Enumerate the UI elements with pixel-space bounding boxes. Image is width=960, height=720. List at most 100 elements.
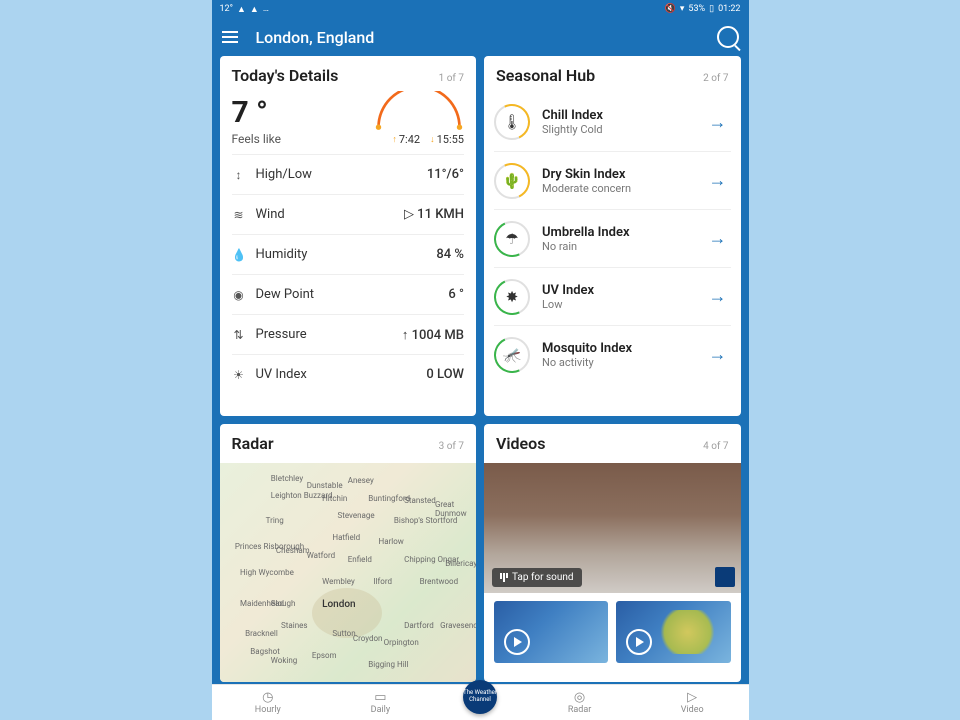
sun-block: 7:42 15:55 (374, 91, 464, 146)
map-town-label: Gravesend (440, 621, 476, 630)
arrow-right-icon[interactable]: → (705, 228, 731, 249)
seasonal-text: UV IndexLow (542, 283, 705, 311)
map-town-label: Watford (307, 551, 335, 560)
seasonal-item-title: Dry Skin Index (542, 167, 705, 182)
detail-icon: ↕ (232, 168, 246, 182)
seasonal-row[interactable]: 🌡 Chill IndexSlightly Cold→ (494, 93, 731, 151)
wifi-icon: ▾ (680, 4, 685, 14)
seasonal-pager: 2 of 7 (703, 73, 728, 84)
today-pager: 1 of 7 (439, 73, 464, 84)
seasonal-item-sub: No activity (542, 356, 705, 369)
sunrise-time: 7:42 (392, 133, 420, 146)
seasonal-hub-card: Seasonal Hub 2 of 7 🌡 Chill IndexSlightly… (484, 56, 741, 416)
sunset-time: 15:55 (430, 133, 464, 146)
nav-hourly[interactable]: ◷ Hourly (238, 691, 298, 715)
overflow-icon: … (263, 4, 269, 14)
video-player[interactable]: Tap for sound (484, 463, 741, 593)
video-thumb[interactable] (494, 601, 608, 663)
current-temperature: 7 ° (232, 95, 282, 130)
tap-for-sound-button[interactable]: Tap for sound (492, 568, 582, 587)
seasonal-text: Chill IndexSlightly Cold (542, 108, 705, 136)
seasonal-item-title: Mosquito Index (542, 341, 705, 356)
radar-title: Radar (232, 434, 274, 453)
detail-label: Wind (256, 207, 285, 222)
seasonal-row[interactable]: ✸ UV IndexLow→ (494, 267, 731, 325)
map-town-label: Ilford (373, 577, 392, 586)
seasonal-text: Dry Skin IndexModerate concern (542, 167, 705, 195)
arrow-right-icon[interactable]: → (705, 344, 731, 365)
radar-center-label: London (322, 599, 356, 610)
index-ring-icon: ✸ (494, 279, 530, 315)
bottom-nav: ◷ Hourly ▭ Daily The Weather Channel ◎ R… (212, 684, 749, 720)
mute-icon: 🔇 (665, 4, 676, 14)
menu-button[interactable] (222, 26, 244, 48)
video-thumb[interactable] (616, 601, 730, 663)
nav-home-logo[interactable]: The Weather Channel (463, 680, 497, 714)
radar-map[interactable]: London BletchleyDunstableAneseyLeighton … (220, 463, 477, 682)
videos-pager: 4 of 7 (703, 441, 728, 452)
battery-percent: 53% (688, 4, 705, 14)
map-town-label: Stevenage (337, 511, 374, 520)
map-town-label: Billericay (445, 559, 476, 568)
warning-icon: ▲ (250, 4, 259, 15)
location-title[interactable]: London, England (256, 28, 717, 47)
detail-value: 0 LOW (426, 367, 464, 382)
map-town-label: Enfield (348, 555, 372, 564)
map-town-label: Bracknell (245, 629, 278, 638)
radar-card: Radar 3 of 7 London BletchleyDunstableAn… (220, 424, 477, 682)
calendar-icon: ▭ (374, 691, 386, 704)
clock: 01:22 (718, 4, 740, 14)
map-town-label: Hatfield (332, 533, 360, 542)
index-ring-icon: 🦟 (494, 337, 530, 373)
index-ring-icon: 🌡 (494, 104, 530, 140)
seasonal-list: 🌡Chill IndexSlightly Cold→🌵Dry Skin Inde… (484, 89, 741, 391)
play-icon (626, 629, 652, 655)
seasonal-item-sub: Low (542, 298, 705, 311)
detail-label: Humidity (256, 247, 308, 262)
detail-label: Pressure (256, 327, 307, 342)
map-town-label: Hitchin (322, 494, 347, 503)
nav-daily[interactable]: ▭ Daily (350, 691, 410, 715)
map-town-label: Woking (271, 656, 297, 665)
statusbar-temp-chip: 12° (220, 4, 233, 14)
arrow-right-icon[interactable]: → (705, 112, 731, 133)
nav-video[interactable]: ▷ Video (662, 691, 722, 715)
seasonal-row[interactable]: ☂Umbrella IndexNo rain→ (494, 209, 731, 267)
search-button[interactable] (717, 26, 739, 48)
radar-pager: 3 of 7 (439, 441, 464, 452)
detail-label: UV Index (256, 367, 307, 382)
map-town-label: Brentwood (420, 577, 459, 586)
arrow-right-icon[interactable]: → (705, 286, 731, 307)
detail-icon: ⇅ (232, 328, 246, 342)
detail-row: ⇅ Pressure ↑ 1004 MB (232, 314, 465, 354)
app-bar: London, England (212, 18, 749, 56)
tap-sound-label: Tap for sound (512, 572, 574, 583)
feels-like-label: Feels like (232, 132, 282, 146)
cards-grid: Today's Details 1 of 7 7 ° Feels like 7:… (212, 56, 749, 684)
map-town-label: Orpington (384, 638, 419, 647)
detail-row: ◉Dew Point6 ° (232, 274, 465, 314)
detail-icon: 💧 (232, 248, 246, 262)
seasonal-text: Mosquito IndexNo activity (542, 341, 705, 369)
index-ring-icon: ☂ (494, 221, 530, 257)
equalizer-icon (500, 573, 508, 582)
nav-label: Hourly (255, 705, 281, 715)
arrow-right-icon[interactable]: → (705, 170, 731, 191)
map-town-label: Staines (281, 621, 307, 630)
detail-row: ↕High/Low11°/6° (232, 154, 465, 194)
nav-radar[interactable]: ◎ Radar (550, 691, 610, 715)
map-town-label: Dunstable (307, 481, 343, 490)
detail-row: ≋Wind▷ 11 KMH (232, 194, 465, 234)
map-town-label: High Wycombe (240, 568, 294, 577)
seasonal-row[interactable]: 🦟 Mosquito IndexNo activity→ (494, 325, 731, 383)
video-icon: ▷ (687, 691, 697, 704)
detail-label: Dew Point (256, 287, 315, 302)
seasonal-title: Seasonal Hub (496, 66, 595, 85)
status-bar: 12° ▲ ▲ … 🔇 ▾ 53% ▯ 01:22 (212, 0, 749, 18)
videos-title: Videos (496, 434, 545, 453)
seasonal-row[interactable]: 🌵Dry Skin IndexModerate concern→ (494, 151, 731, 209)
detail-value: ↑ 1004 MB (402, 327, 464, 343)
detail-value: 11°/6° (427, 167, 464, 182)
nav-label: Radar (568, 705, 591, 715)
map-town-label: Harlow (379, 537, 404, 546)
